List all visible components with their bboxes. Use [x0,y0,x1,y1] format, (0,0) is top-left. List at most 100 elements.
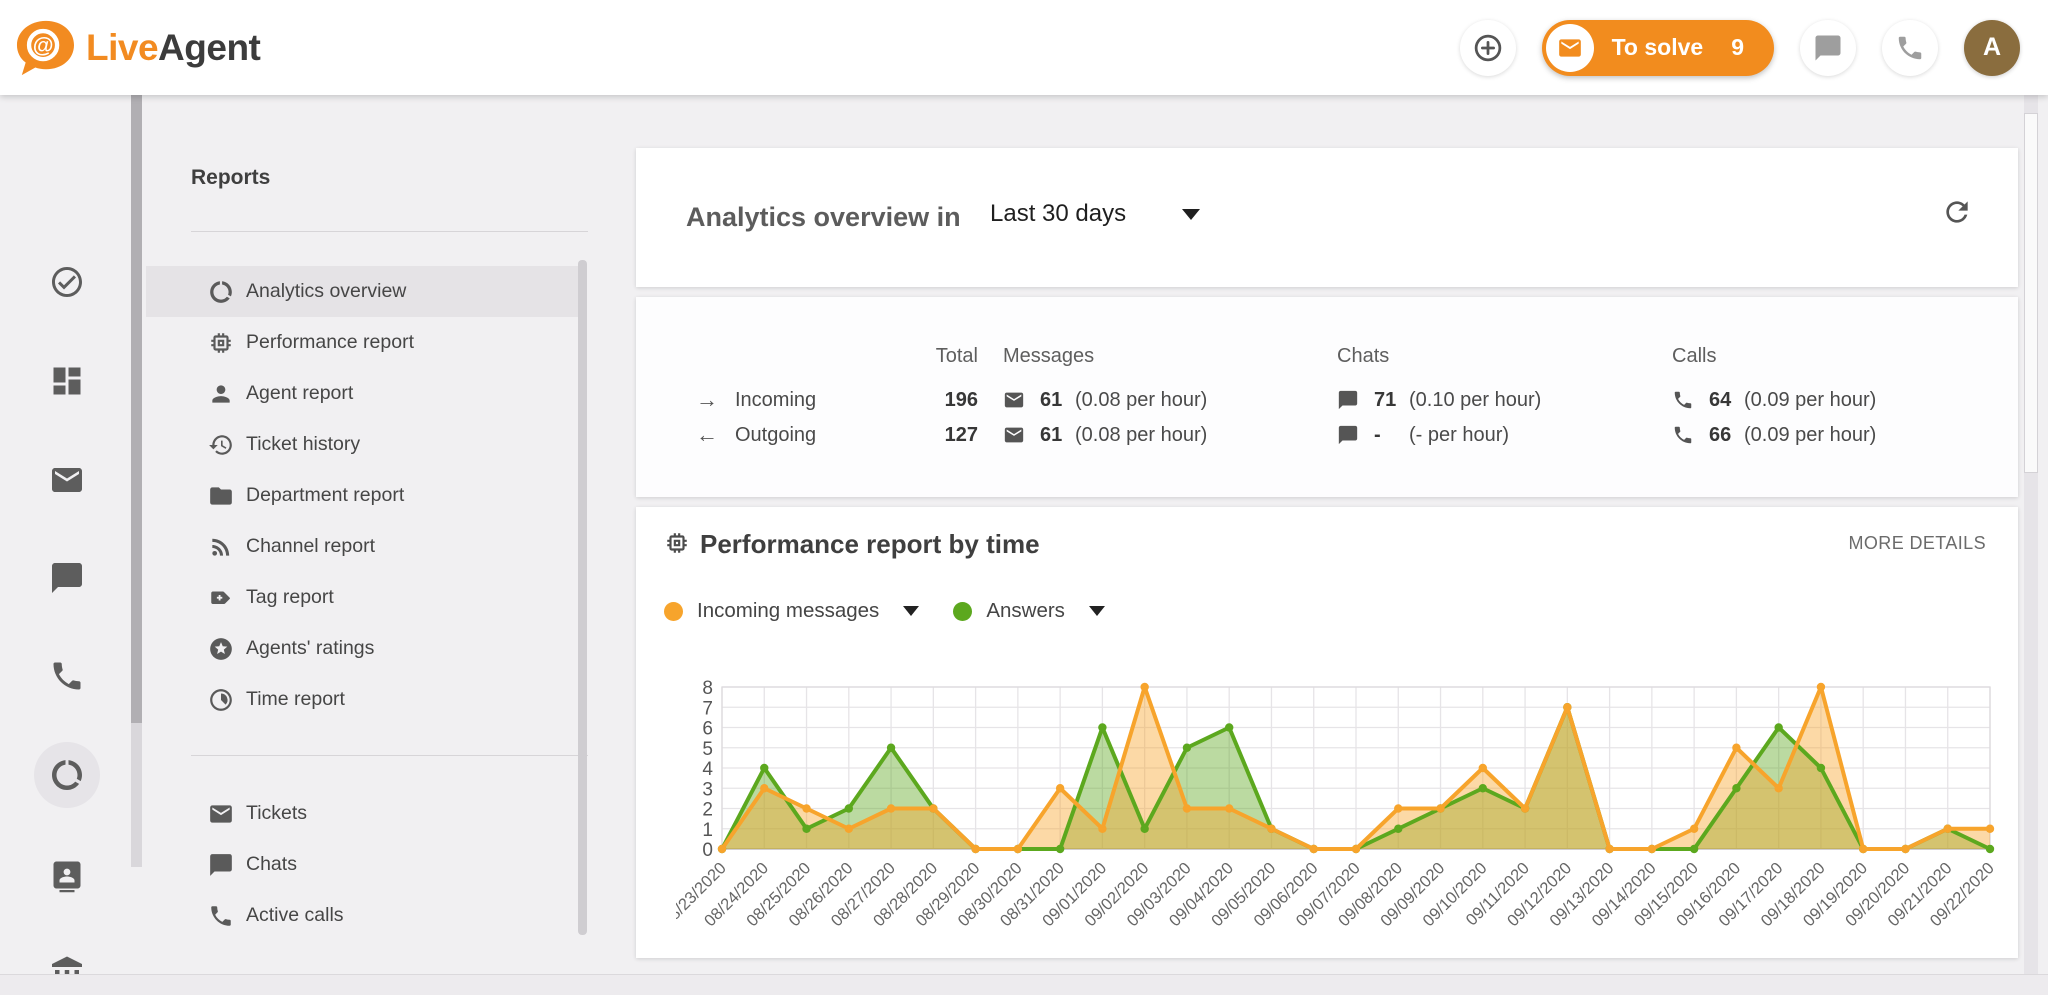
envelope-icon [1003,389,1025,411]
outgoing-arrow-icon: ← [696,422,718,448]
rail-scrollbar-thumb[interactable] [131,18,142,723]
phone-icon [49,658,85,694]
menu-divider-bottom [191,755,588,756]
menu-item-active-calls[interactable]: Active calls [146,890,584,941]
svg-text:8: 8 [702,678,713,699]
chevron-down-icon [903,606,919,616]
menu-item-tag-report[interactable]: Tag report [146,572,584,623]
incoming-calls-value: 64 [1709,389,1731,412]
rail-item-dashboard[interactable] [49,363,85,399]
stats-column-chats: Chats [1337,345,1389,368]
menu-item-tickets[interactable]: Tickets [146,788,584,839]
to-solve-label: To solve [1612,34,1704,61]
legend-label: Answers [986,599,1065,623]
rail-item-phone[interactable] [49,658,85,694]
menu-item-analytics-overview[interactable]: Analytics overview [146,266,584,317]
incoming-total: 196 [894,389,978,412]
svg-text:5: 5 [702,739,713,760]
donut-icon [49,757,85,793]
menu-item-label: Channel report [246,535,375,558]
menu-item-ticket-history[interactable]: Ticket history [146,419,584,470]
outgoing-calls-value: 66 [1709,424,1731,447]
envelope-icon [208,801,234,827]
menu-item-agents-ratings[interactable]: Agents' ratings [146,623,584,674]
rail-item-chat[interactable] [49,560,85,596]
incoming-arrow-icon: → [696,387,718,413]
menu-item-label: Ticket history [246,433,360,456]
app-logo[interactable]: @ LiveAgent [14,19,260,77]
rail-item-donut[interactable] [49,757,85,793]
stats-column-calls: Calls [1672,345,1716,368]
svg-text:4: 4 [702,759,713,780]
rail-item-check-circle[interactable] [49,264,85,300]
chat-icon [1813,33,1843,63]
svg-text:6: 6 [702,719,713,740]
user-avatar[interactable]: A [1964,20,2020,76]
calls-header-button[interactable] [1882,20,1938,76]
menu-scrollbar-thumb[interactable] [578,260,587,935]
svg-text:2: 2 [702,800,713,821]
more-details-link[interactable]: MORE DETAILS [1849,533,1987,554]
chip-icon [208,330,234,356]
outgoing-row-label: Outgoing [735,424,816,447]
menu-item-label: Tickets [246,802,307,825]
to-solve-button[interactable]: To solve 9 [1542,20,1774,76]
refresh-button[interactable] [1941,196,1977,232]
legend-answers[interactable]: Answers [953,599,1105,623]
menu-item-chats[interactable]: Chats [146,839,584,890]
chat-icon [1337,389,1359,411]
page-scrollbar-thumb[interactable] [2024,113,2038,473]
time-icon [208,687,234,713]
menu-item-agent-report[interactable]: Agent report [146,368,584,419]
menu-item-time-report[interactable]: Time report [146,674,584,725]
rss-icon [208,534,234,560]
phone-icon [1672,389,1694,411]
menu-item-label: Chats [246,853,297,876]
bottom-window-edge [0,974,2048,995]
dashboard-icon [49,363,85,399]
envelope-icon [49,462,85,498]
menu-item-label: Time report [246,688,345,711]
contact-badge-icon [49,857,85,893]
rail-item-envelope[interactable] [49,462,85,498]
stats-column-messages: Messages [1003,345,1094,368]
phone-icon [208,903,234,929]
menu-item-label: Department report [246,484,404,507]
menu-item-label: Analytics overview [246,280,406,303]
add-new-button[interactable] [1460,20,1516,76]
incoming-row-label: Incoming [735,389,816,412]
history-icon [208,432,234,458]
menu-item-department-report[interactable]: Department report [146,470,584,521]
chevron-down-icon [1089,606,1105,616]
outgoing-messages-value: 61 [1040,424,1062,447]
rail-item-contact-badge[interactable] [49,857,85,893]
performance-time-chart[interactable]: 01234567808/23/202008/24/202008/25/20200… [676,675,2006,957]
chats-header-button[interactable] [1800,20,1856,76]
chat-icon [208,852,234,878]
date-range-value: Last 30 days [990,200,1126,228]
incoming-chats-value: 71 [1374,389,1396,412]
liveagent-app: @ LiveAgent To solve 9 A [0,0,2048,995]
rail-scrollbar-track[interactable] [131,18,142,867]
menu-item-label: Performance report [246,331,414,354]
date-range-select[interactable]: Last 30 days [990,200,1200,228]
outgoing-total: 127 [894,424,978,447]
svg-text:3: 3 [702,779,713,800]
svg-text:1: 1 [702,820,713,841]
refresh-icon [1941,196,1977,228]
performance-report-card: Performance report by time MORE DETAILS … [636,507,2018,958]
totals-stats-card: TotalMessagesChatsCalls→ Incoming 196 61… [636,297,2018,497]
header-actions: To solve 9 A [1460,20,2020,76]
menu-item-label: Agent report [246,382,353,405]
svg-text:0: 0 [702,840,713,861]
svg-text:@: @ [33,33,54,57]
outgoing-chats-rate: (- per hour) [1409,424,1509,447]
legend-incoming-messages[interactable]: Incoming messages [664,599,919,623]
incoming-chats-rate: (0.10 per hour) [1409,389,1541,412]
app-title: LiveAgent [86,27,260,69]
liveagent-bubble-icon: @ [14,19,76,77]
menu-item-performance-report[interactable]: Performance report [146,317,584,368]
outgoing-chats-value: - [1374,424,1381,447]
menu-item-channel-report[interactable]: Channel report [146,521,584,572]
analytics-overview-title: Analytics overview in [686,202,961,233]
